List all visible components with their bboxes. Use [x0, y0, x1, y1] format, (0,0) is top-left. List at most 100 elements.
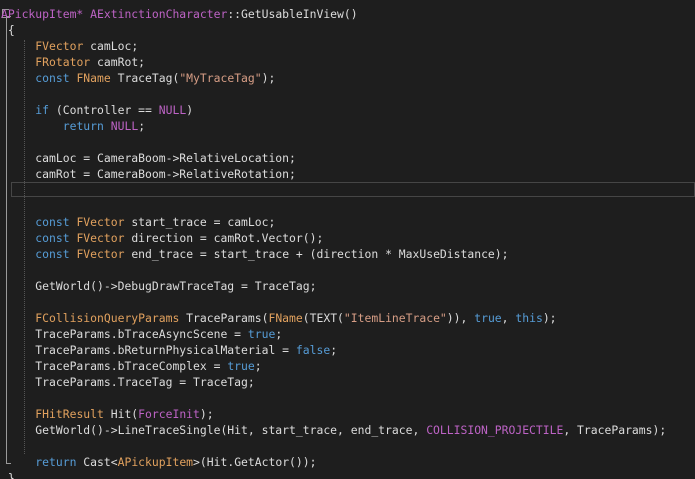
code-line[interactable]: FCollisionQueryParams TraceParams(FName(… — [0, 310, 695, 326]
code-line[interactable]: return Cast<APickupItem>(Hit.GetActor())… — [0, 454, 695, 470]
code-token-plain: ); — [542, 311, 557, 325]
code-line[interactable] — [0, 390, 695, 406]
code-editor[interactable]: APickupItem* AExtinctionCharacter::GetUs… — [0, 0, 695, 479]
code-line[interactable]: const FName TraceTag("MyTraceTag"); — [0, 70, 695, 86]
code-token-plain: Hit( — [103, 407, 139, 421]
code-token-keyword: true — [227, 359, 255, 373]
code-token-keyword: true — [247, 327, 276, 341]
code-token-plain: TraceTag( — [110, 71, 180, 85]
code-token-type: FVector — [35, 39, 84, 53]
code-line[interactable]: camLoc = CameraBoom->RelativeLocation; — [0, 150, 695, 166]
code-line[interactable]: const FVector direction = camRot.Vector(… — [0, 230, 695, 246]
code-line[interactable]: camRot = CameraBoom->RelativeRotation; — [0, 166, 695, 182]
code-line[interactable]: if (Controller == NULL) — [0, 102, 695, 118]
code-line[interactable]: TraceParams.bReturnPhysicalMaterial = fa… — [0, 342, 695, 358]
code-token-keyword: if — [35, 103, 50, 117]
code-token-plain: camLoc; — [83, 39, 139, 53]
code-line[interactable]: GetWorld()->LineTraceSingle(Hit, start_t… — [0, 422, 695, 438]
code-token-macro: COLLISION_PROJECTILE — [426, 423, 564, 437]
code-line[interactable] — [0, 182, 695, 198]
code-token-type: FVector — [76, 215, 125, 229]
code-token-macro: APickupItem* — [1, 7, 84, 21]
code-token-plain: TraceParams.TraceTag = TraceTag; — [1, 375, 255, 389]
code-token-type: FName — [76, 71, 111, 85]
code-token-plain: (TEXT( — [302, 311, 344, 325]
code-token-plain: GetWorld()->DebugDrawTraceTag = TraceTag… — [1, 279, 317, 293]
code-token-plain: , TraceParams); — [563, 423, 667, 437]
code-token-string: "ItemLineTrace" — [343, 311, 447, 325]
code-token-macro: AExtinctionCharacter — [90, 7, 228, 21]
code-line[interactable]: FHitResult Hit(ForceInit); — [0, 406, 695, 422]
code-token-plain: ; — [330, 343, 338, 357]
code-token-plain: (Controller == — [49, 103, 159, 117]
code-token-plain: camRot = CameraBoom->RelativeRotation; — [1, 167, 296, 181]
code-line[interactable]: FRotator camRot; — [0, 54, 695, 70]
code-token-plain: GetWorld()->LineTraceSingle(Hit, start_t… — [1, 423, 427, 437]
code-token-plain: >(Hit.GetActor()); — [193, 455, 317, 469]
code-token-keyword: const — [35, 247, 70, 261]
code-token-plain: ; — [275, 327, 283, 341]
code-token-plain: ); — [199, 407, 214, 421]
code-line[interactable]: return NULL; — [0, 118, 695, 134]
code-token-plain: ; — [138, 119, 146, 133]
code-token-plain: direction = camRot.Vector(); — [124, 231, 324, 245]
code-line[interactable] — [0, 294, 695, 310]
code-line[interactable]: APickupItem* AExtinctionCharacter::GetUs… — [0, 6, 695, 22]
code-line[interactable] — [0, 198, 695, 214]
code-line[interactable]: GetWorld()->DebugDrawTraceTag = TraceTag… — [0, 278, 695, 294]
code-token-type: FHitResult — [35, 407, 104, 421]
code-line[interactable]: const FVector end_trace = start_trace + … — [0, 246, 695, 262]
code-token-keyword: this — [515, 311, 543, 325]
code-token-plain: start_trace = camLoc; — [124, 215, 276, 229]
code-token-plain: ::GetUsableInView() — [227, 7, 358, 21]
code-token-plain: )), — [446, 311, 475, 325]
code-line[interactable]: TraceParams.bTraceComplex = true; — [0, 358, 695, 374]
code-token-type: APickupItem — [117, 455, 194, 469]
code-token-keyword: true — [474, 311, 502, 325]
code-line[interactable]: TraceParams.TraceTag = TraceTag; — [0, 374, 695, 390]
code-token-string: "MyTraceTag" — [179, 71, 262, 85]
code-line[interactable]: const FVector start_trace = camLoc; — [0, 214, 695, 230]
code-line[interactable]: { — [0, 22, 695, 38]
code-token-plain: { — [1, 23, 15, 37]
code-token-plain: TraceParams( — [179, 311, 269, 325]
code-token-plain: TraceParams.bTraceAsyncScene = — [1, 327, 248, 341]
code-token-type: FVector — [76, 231, 125, 245]
code-token-plain: ); — [261, 71, 276, 85]
code-line[interactable]: TraceParams.bTraceAsyncScene = true; — [0, 326, 695, 342]
code-token-plain: camRot; — [90, 55, 146, 69]
code-token-keyword: return — [62, 119, 104, 133]
code-token-type: FRotator — [35, 55, 91, 69]
code-line[interactable]: } — [0, 470, 695, 479]
code-token-plain: } — [1, 471, 15, 479]
code-token-plain: ; — [254, 359, 262, 373]
code-token-keyword: return — [35, 455, 77, 469]
code-line[interactable] — [0, 86, 695, 102]
code-token-type: FCollisionQueryParams — [35, 311, 180, 325]
code-line[interactable] — [0, 134, 695, 150]
code-token-plain: Cast< — [76, 455, 118, 469]
code-token-keyword: const — [35, 215, 70, 229]
code-line[interactable]: FVector camLoc; — [0, 38, 695, 54]
code-line[interactable] — [0, 438, 695, 454]
code-line[interactable] — [0, 262, 695, 278]
code-token-macro: NULL — [158, 103, 187, 117]
code-token-macro: NULL — [110, 119, 139, 133]
code-token-plain: TraceParams.bReturnPhysicalMaterial = — [1, 343, 296, 357]
code-token-plain: end_trace = start_trace + (direction * M… — [124, 247, 509, 261]
code-token-type: FVector — [76, 247, 125, 261]
code-token-keyword: const — [35, 71, 70, 85]
code-token-type: FName — [268, 311, 303, 325]
